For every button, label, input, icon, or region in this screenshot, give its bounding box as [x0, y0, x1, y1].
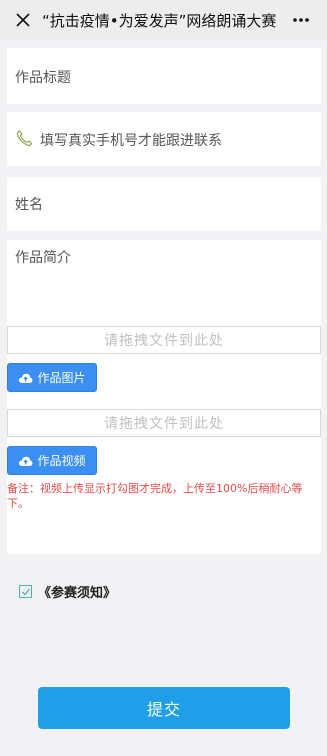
upload-note: 备注：视频上传显示打勾图才完成，上传至100%后稍耐心等下。	[7, 482, 303, 510]
cloud-upload-icon	[19, 456, 33, 466]
title-placeholder: 作品标题	[15, 70, 71, 86]
agreement-row[interactable]: 《参赛须知》	[19, 582, 116, 601]
check-icon	[21, 588, 30, 595]
upload-image-button[interactable]: 作品图片	[7, 363, 97, 392]
close-icon	[16, 13, 30, 27]
image-dropzone[interactable]: 请拖拽文件到此处	[7, 326, 321, 354]
more-icon	[293, 18, 309, 22]
phone-icon	[16, 130, 33, 146]
intro-placeholder[interactable]: 作品简介	[15, 247, 71, 267]
upload-image-label: 作品图片	[37, 371, 86, 385]
phone-placeholder: 填写真实手机号才能跟进联系	[40, 133, 222, 149]
phone-field[interactable]: 填写真实手机号才能跟进联系	[7, 112, 321, 166]
name-placeholder: 姓名	[15, 197, 43, 213]
name-field[interactable]: 姓名	[7, 177, 321, 231]
close-button[interactable]	[8, 0, 38, 40]
cloud-upload-icon	[19, 373, 33, 383]
more-button[interactable]	[281, 0, 321, 40]
upload-video-button[interactable]: 作品视频	[7, 446, 97, 475]
agreement-link[interactable]: 《参赛须知》	[38, 582, 116, 601]
agreement-checkbox[interactable]	[19, 585, 32, 598]
title-bar: “抗击疫情•为爱发声”网络朗诵大赛	[0, 0, 327, 40]
video-dropzone[interactable]: 请拖拽文件到此处	[7, 409, 321, 437]
upload-video-label: 作品视频	[37, 454, 86, 468]
submit-button[interactable]: 提交	[38, 687, 290, 729]
page-title: “抗击疫情•为爱发声”网络朗诵大赛	[42, 11, 277, 30]
title-field[interactable]: 作品标题	[7, 48, 321, 104]
